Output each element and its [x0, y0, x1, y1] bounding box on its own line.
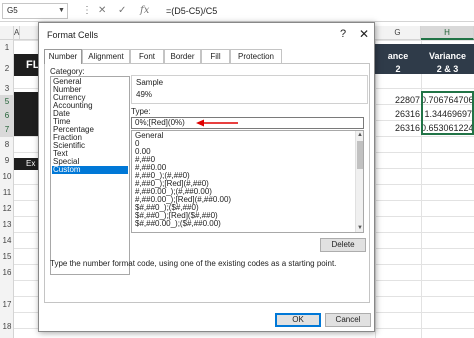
column-header-a[interactable]: A: [14, 26, 20, 40]
type-input[interactable]: 0%;[Red](0%): [131, 117, 364, 129]
description-text: Type the number format code, using one o…: [50, 259, 337, 268]
row-header-10[interactable]: 10: [0, 172, 14, 181]
cancel-button[interactable]: Cancel: [325, 313, 371, 327]
help-button[interactable]: ?: [340, 28, 346, 40]
grid-line: [421, 40, 422, 338]
formula-input[interactable]: =(D5-C5)/C5: [166, 3, 217, 19]
close-button[interactable]: ✕: [359, 27, 369, 41]
header-variance: Variance: [428, 51, 467, 61]
type-item[interactable]: General: [135, 132, 163, 140]
cell-title[interactable]: FL: [14, 54, 40, 76]
scroll-up-icon[interactable]: ▲: [356, 131, 363, 139]
more-options-icon: ⋮: [82, 5, 92, 16]
tab-number[interactable]: Number: [44, 49, 82, 64]
row-header-8[interactable]: 8: [0, 140, 14, 149]
row-header-9[interactable]: 9: [0, 156, 14, 165]
tab-fill[interactable]: Fill: [201, 49, 230, 63]
row-header-3[interactable]: 3: [0, 84, 14, 93]
row-header-11[interactable]: 11: [0, 188, 14, 197]
row-header-7[interactable]: 7: [0, 123, 14, 137]
chevron-down-icon[interactable]: ▼: [58, 3, 65, 19]
cell-example[interactable]: Ex: [14, 158, 40, 170]
tab-font[interactable]: Font: [130, 49, 164, 63]
row-header-16[interactable]: 16: [0, 268, 14, 277]
row-header-6[interactable]: 6: [0, 109, 14, 123]
row-header-15[interactable]: 15: [0, 252, 14, 261]
type-list-scrollbar[interactable]: ▲ ▼: [355, 131, 363, 232]
header-variance-2: 2 & 3: [436, 64, 459, 74]
row-header-12[interactable]: 12: [0, 204, 14, 213]
select-all[interactable]: [0, 26, 14, 40]
row-header-2[interactable]: 2: [0, 64, 14, 73]
scroll-thumb[interactable]: [357, 141, 363, 169]
sample-label: Sample: [136, 78, 164, 87]
type-list[interactable]: General 0 0.00 #,##0 #,##0.00 #,##0_);(#…: [131, 130, 364, 233]
cell-g7[interactable]: 26316: [375, 123, 420, 133]
column-header-h[interactable]: H: [421, 26, 474, 40]
row-headers: 1 2 3 4 5 6 7 8 9 10 11 12 13 14 15 16 1…: [0, 40, 14, 338]
selection-range: [421, 91, 474, 135]
type-label: Type:: [131, 107, 151, 116]
row-header-18[interactable]: 18: [0, 322, 14, 331]
enter-icon[interactable]: ✓: [118, 3, 126, 19]
header-ance: ance: [387, 51, 409, 61]
header-ance-2: 2: [395, 64, 401, 74]
row-header-13[interactable]: 13: [0, 220, 14, 229]
dialog-title: Format Cells: [47, 30, 99, 40]
row-header-14[interactable]: 14: [0, 236, 14, 245]
column-header-g[interactable]: G: [375, 26, 421, 40]
row-header-5[interactable]: 5: [0, 95, 14, 109]
cell-dark-block[interactable]: [14, 92, 40, 136]
type-item[interactable]: $#,##0.00_);($#,##0.00): [135, 220, 221, 228]
cell-g5[interactable]: 22807: [375, 95, 420, 105]
delete-button[interactable]: Delete: [320, 238, 366, 252]
category-list[interactable]: General Number Currency Accounting Date …: [50, 76, 130, 275]
tab-alignment[interactable]: Alignment: [82, 49, 130, 63]
red-arrow-icon: [196, 119, 238, 127]
row-header-17[interactable]: 17: [0, 300, 14, 309]
cell-g6[interactable]: 26316: [375, 109, 420, 119]
format-cells-dialog: Format Cells ? ✕ Number Alignment Font B…: [38, 22, 375, 332]
tab-border[interactable]: Border: [164, 49, 201, 63]
cell-example-text: Ex: [26, 159, 36, 168]
sample-value: 49%: [136, 90, 153, 99]
category-label: Category:: [50, 67, 85, 76]
formula-bar: G5 ▼ ⋮ ✕ ✓ fx =(D5-C5)/C5: [0, 0, 474, 22]
grid-line: [375, 40, 376, 338]
category-custom[interactable]: Custom: [52, 166, 128, 174]
ok-button[interactable]: OK: [275, 313, 321, 327]
cancel-icon[interactable]: ✕: [98, 3, 106, 19]
tab-protection[interactable]: Protection: [230, 49, 282, 63]
sample-group: [131, 75, 368, 104]
row-header-1[interactable]: 1: [0, 43, 14, 52]
insert-function-icon[interactable]: fx: [140, 3, 149, 19]
scroll-down-icon[interactable]: ▼: [356, 224, 363, 232]
